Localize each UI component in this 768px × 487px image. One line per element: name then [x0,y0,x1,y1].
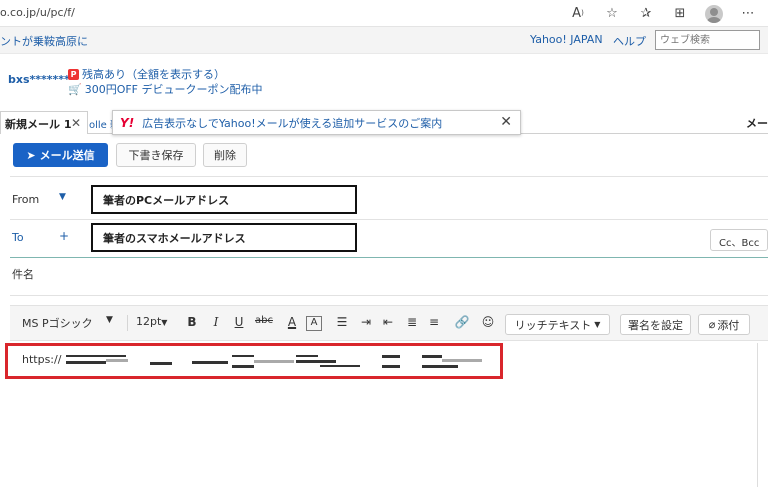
yahoo-logo-icon: Y! [120,115,135,130]
browser-icons: A) ☆ ✰ ⊞ ⋯ [568,3,758,23]
send-button-label: メール送信 [39,149,95,162]
add-recipient-icon[interactable]: + [59,229,69,243]
cart-icon: 🛒 [68,82,82,96]
divider [10,219,768,220]
favorites-icon[interactable]: ✰ [636,3,656,23]
coupon-notice[interactable]: 🛒 300円OFF デビュークーポン配布中 [68,81,263,97]
send-mail-button[interactable]: ➤ メール送信 [13,143,108,167]
strikethrough-icon[interactable]: abc [253,315,275,326]
cc-bcc-button[interactable]: Cc、Bcc [710,229,768,251]
ad-popup[interactable]: Y! 広告表示なしでYahoo!メールが使える追加サービスのご案内 ✕ [112,110,521,135]
divider [10,257,768,258]
attach-label: 添付 [717,318,740,332]
divider [10,176,768,177]
address-bar[interactable]: o.co.jp/u/pc/f/ [0,6,75,19]
bullet-list-icon[interactable]: ≣ [404,315,420,329]
chevron-down-icon[interactable]: ▼ [59,192,66,202]
redacted-text [150,362,172,365]
attach-button[interactable]: ⌀ 添付 [698,314,750,335]
numbered-list-icon[interactable]: ≡ [426,315,442,329]
redacted-text [296,355,318,357]
to-field[interactable]: 筆者のスマホメールアドレス [91,223,357,252]
signature-button[interactable]: 署名を設定 [620,314,691,335]
from-label: From [12,193,40,206]
help-link[interactable]: ヘルプ [613,33,646,49]
redacted-text [422,365,458,368]
ad-text[interactable]: 広告表示なしでYahoo!メールが使える追加サービスのご案内 [142,115,442,131]
tab-new-mail[interactable]: 新規メール 1 ✕ [0,111,88,134]
redacted-text [192,361,228,364]
close-icon[interactable]: ✕ [71,116,81,130]
redacted-text [442,359,482,362]
redacted-text [66,355,126,357]
delete-button[interactable]: 削除 [203,143,247,167]
scrollbar[interactable] [757,343,758,487]
balance-notice-text: 残高あり（全額を表示する） [82,68,225,81]
redacted-text [232,355,254,357]
redacted-text [422,355,442,358]
to-label[interactable]: To [12,231,24,244]
tab-right[interactable]: メー [746,115,768,131]
redacted-text [232,365,254,368]
collections-icon[interactable]: ⊞ [670,3,690,23]
browser-toolbar: o.co.jp/u/pc/f/ A) ☆ ✰ ⊞ ⋯ [0,0,768,27]
align-left-icon[interactable]: ☰ [334,315,350,329]
redacted-text [296,360,336,363]
redacted-text [382,355,400,358]
yahoo-japan-link[interactable]: Yahoo! JAPAN [530,33,603,46]
font-color-icon[interactable]: A [284,315,300,329]
tab-new-mail-label: 新規メール 1 [5,118,72,131]
favorite-add-icon[interactable]: ☆ [602,3,622,23]
subject-label: 件名 [12,268,34,281]
avatar [705,4,723,23]
promo-link[interactable]: ントが乗鞍高原に [0,33,88,49]
bold-icon[interactable]: B [184,315,200,329]
paperclip-icon: ⌀ [708,318,716,331]
send-icon: ➤ [26,148,36,162]
redacted-text [254,360,294,363]
redacted-text [66,361,106,364]
coupon-notice-text: 300円OFF デビュークーポン配布中 [84,83,263,96]
account-name: bxs******** [8,73,76,86]
italic-icon[interactable]: I [208,315,224,329]
save-draft-button[interactable]: 下書き保存 [116,143,196,167]
body-url[interactable]: https:// [22,353,61,366]
underline-icon[interactable]: U [231,315,247,329]
rich-text-label: リッチテキスト [514,318,592,332]
redacted-text [106,359,128,362]
more-icon[interactable]: ⋯ [738,3,758,23]
close-icon[interactable]: ✕ [500,114,512,130]
emoji-icon[interactable]: ☺ [480,315,496,329]
redacted-text [382,365,400,368]
link-icon[interactable]: 🔗 [454,315,470,329]
font-select[interactable]: MS Pゴシック [22,315,93,331]
yahoo-header: ントが乗鞍高原に Yahoo! JAPAN ヘルプ [0,27,768,54]
balance-notice[interactable]: P 残高あり（全額を表示する） [68,66,225,82]
redacted-text [320,365,360,367]
chevron-down-icon[interactable]: ▼ [106,315,113,325]
from-field[interactable]: 筆者のPCメールアドレス [91,185,357,214]
profile-icon[interactable] [704,3,724,23]
highlight-color-icon[interactable]: A [306,316,322,331]
money-icon: P [68,68,79,80]
outdent-icon[interactable]: ⇤ [380,315,396,329]
editor-toolbar: MS Pゴシック ▼ 12pt▼ B I U abc A A ☰ ⇥ ⇤ ≣ ≡… [10,305,768,341]
size-select[interactable]: 12pt▼ [127,315,167,331]
divider [10,295,768,296]
read-aloud-icon[interactable]: A) [568,3,588,23]
web-search-input[interactable] [655,30,760,50]
rich-text-toggle[interactable]: リッチテキスト ▼ [505,314,610,335]
indent-icon[interactable]: ⇥ [358,315,374,329]
tab-other[interactable]: olle 新 [88,111,112,134]
size-select-label: 12pt [136,315,162,328]
